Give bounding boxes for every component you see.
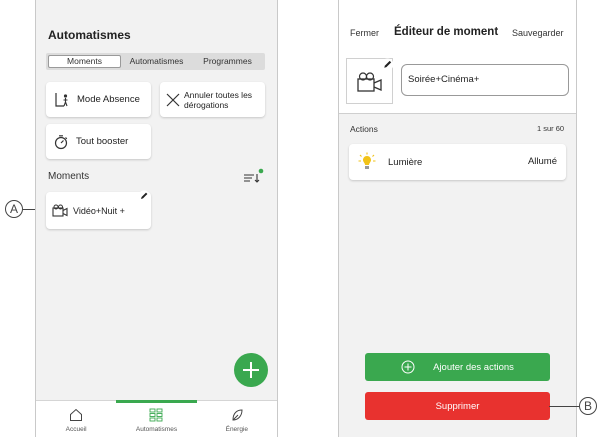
video-camera-icon: [357, 72, 382, 92]
leaf-icon: [232, 409, 243, 421]
plus-icon: [243, 362, 259, 378]
save-button[interactable]: Sauvegarder: [512, 28, 564, 38]
moment-card[interactable]: Vidéo+Nuit +: [46, 190, 151, 229]
moments-heading: Moments: [48, 171, 90, 182]
page-title: Automatismes: [48, 28, 131, 42]
automations-screen: Automatismes Moments Automatismes Progra…: [35, 0, 278, 438]
segmented-tabs: Moments Automatismes Programmes: [46, 53, 265, 70]
edit-pencil-icon[interactable]: [138, 190, 150, 202]
nav-energy[interactable]: Énergie: [197, 401, 277, 438]
home-icon: [70, 408, 83, 421]
editor-title: Éditeur de moment: [394, 26, 499, 38]
action-state: Allumé: [527, 156, 557, 167]
nav-home[interactable]: Accueil: [36, 401, 116, 438]
moment-icon-picker[interactable]: [346, 58, 394, 104]
callout-a-label: A: [9, 202, 18, 216]
callout-b: B: [579, 397, 597, 415]
cancel-overrides-card[interactable]: Annuler toutes les dérogations: [160, 82, 265, 117]
cancel-overrides-label: Annuler toutes les dérogations: [184, 89, 253, 110]
add-actions-button[interactable]: Ajouter des actions: [365, 353, 550, 381]
bottom-nav: Accueil Automatismes Énergie: [36, 400, 277, 438]
sort-filter-icon[interactable]: [242, 168, 264, 184]
action-name: Lumière: [388, 156, 423, 168]
delete-label: Supprimer: [435, 400, 480, 412]
add-actions-label: Ajouter des actions: [433, 361, 514, 373]
video-camera-icon: [52, 204, 68, 217]
mode-absence-label: Mode Absence: [77, 94, 140, 105]
boost-all-label: Tout booster: [76, 136, 129, 147]
light-bulb-icon: [358, 152, 376, 169]
action-row[interactable]: Lumière Allumé: [349, 144, 566, 180]
nav-automations[interactable]: Automatismes: [116, 400, 197, 438]
boost-all-card[interactable]: Tout booster: [46, 124, 151, 159]
nav-energy-label: Énergie: [225, 426, 249, 433]
actions-count: 1 sur 60: [537, 124, 565, 133]
nav-home-label: Accueil: [65, 426, 87, 433]
callout-a: A: [5, 200, 23, 218]
editor-header: Fermer Éditeur de moment Sauvegarder Soi…: [339, 0, 576, 114]
delete-button[interactable]: Supprimer: [365, 392, 550, 420]
callout-b-label: B: [583, 399, 592, 413]
timer-icon: [54, 134, 68, 149]
edit-pencil-icon[interactable]: [381, 58, 394, 71]
add-fab-button[interactable]: [234, 353, 268, 387]
moment-editor-screen: Fermer Éditeur de moment Sauvegarder Soi…: [338, 0, 577, 437]
tab-schedules[interactable]: Programmes: [192, 55, 263, 68]
moment-name-input[interactable]: Soirée+Cinéma+: [401, 64, 569, 96]
close-button[interactable]: Fermer: [350, 28, 379, 38]
close-x-icon: [166, 93, 180, 106]
tab-automations[interactable]: Automatismes: [121, 55, 192, 68]
moment-card-label: Vidéo+Nuit +: [73, 205, 125, 216]
mode-absence-card[interactable]: Mode Absence: [46, 82, 151, 117]
tab-moments[interactable]: Moments: [48, 55, 121, 68]
grid-icon: [150, 408, 163, 422]
callout-b-line: [549, 406, 579, 407]
away-person-icon: [55, 92, 68, 107]
add-circle-icon: [401, 360, 415, 374]
nav-automations-label: Automatismes: [135, 426, 178, 433]
actions-label: Actions: [350, 124, 378, 134]
